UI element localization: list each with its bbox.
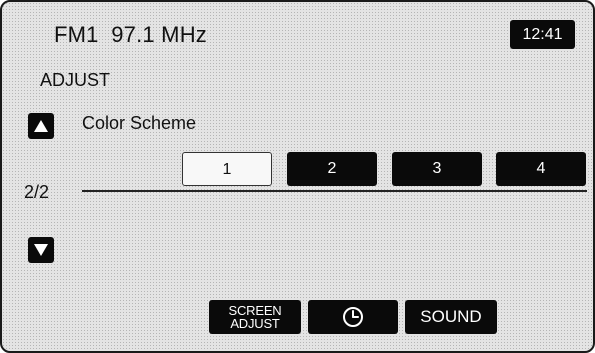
color-scheme-option-4[interactable]: 4 (496, 152, 586, 186)
color-scheme-option-2[interactable]: 2 (287, 152, 377, 186)
color-scheme-option-1[interactable]: 1 (182, 152, 272, 186)
screen-adjust-button[interactable]: SCREEN ADJUST (209, 300, 301, 334)
color-scheme-label: Color Scheme (82, 113, 197, 133)
sound-button[interactable]: SOUND (405, 300, 497, 334)
clock-display[interactable]: 12:41 (510, 20, 575, 49)
color-scheme-option-3[interactable]: 3 (392, 152, 482, 186)
clock-button[interactable] (308, 300, 398, 334)
scroll-down-button[interactable] (28, 237, 54, 263)
sound-label: SOUND (420, 307, 482, 326)
clock-icon (343, 307, 363, 327)
band-label: FM1 (54, 22, 99, 47)
scroll-up-button[interactable] (28, 113, 54, 139)
page-indicator: 2/2 (24, 182, 50, 202)
menu-title: ADJUST (40, 70, 111, 90)
radio-source: FM1 97.1 MHz (54, 22, 207, 48)
triangle-down-icon (34, 244, 48, 256)
divider-line (82, 190, 587, 192)
triangle-up-icon (34, 120, 48, 132)
screen-adjust-label-line2: ADJUST (230, 316, 280, 331)
radio-display: FM1 97.1 MHz 12:41 ADJUST Color Scheme 1… (0, 0, 595, 353)
frequency-label: 97.1 MHz (111, 22, 207, 47)
